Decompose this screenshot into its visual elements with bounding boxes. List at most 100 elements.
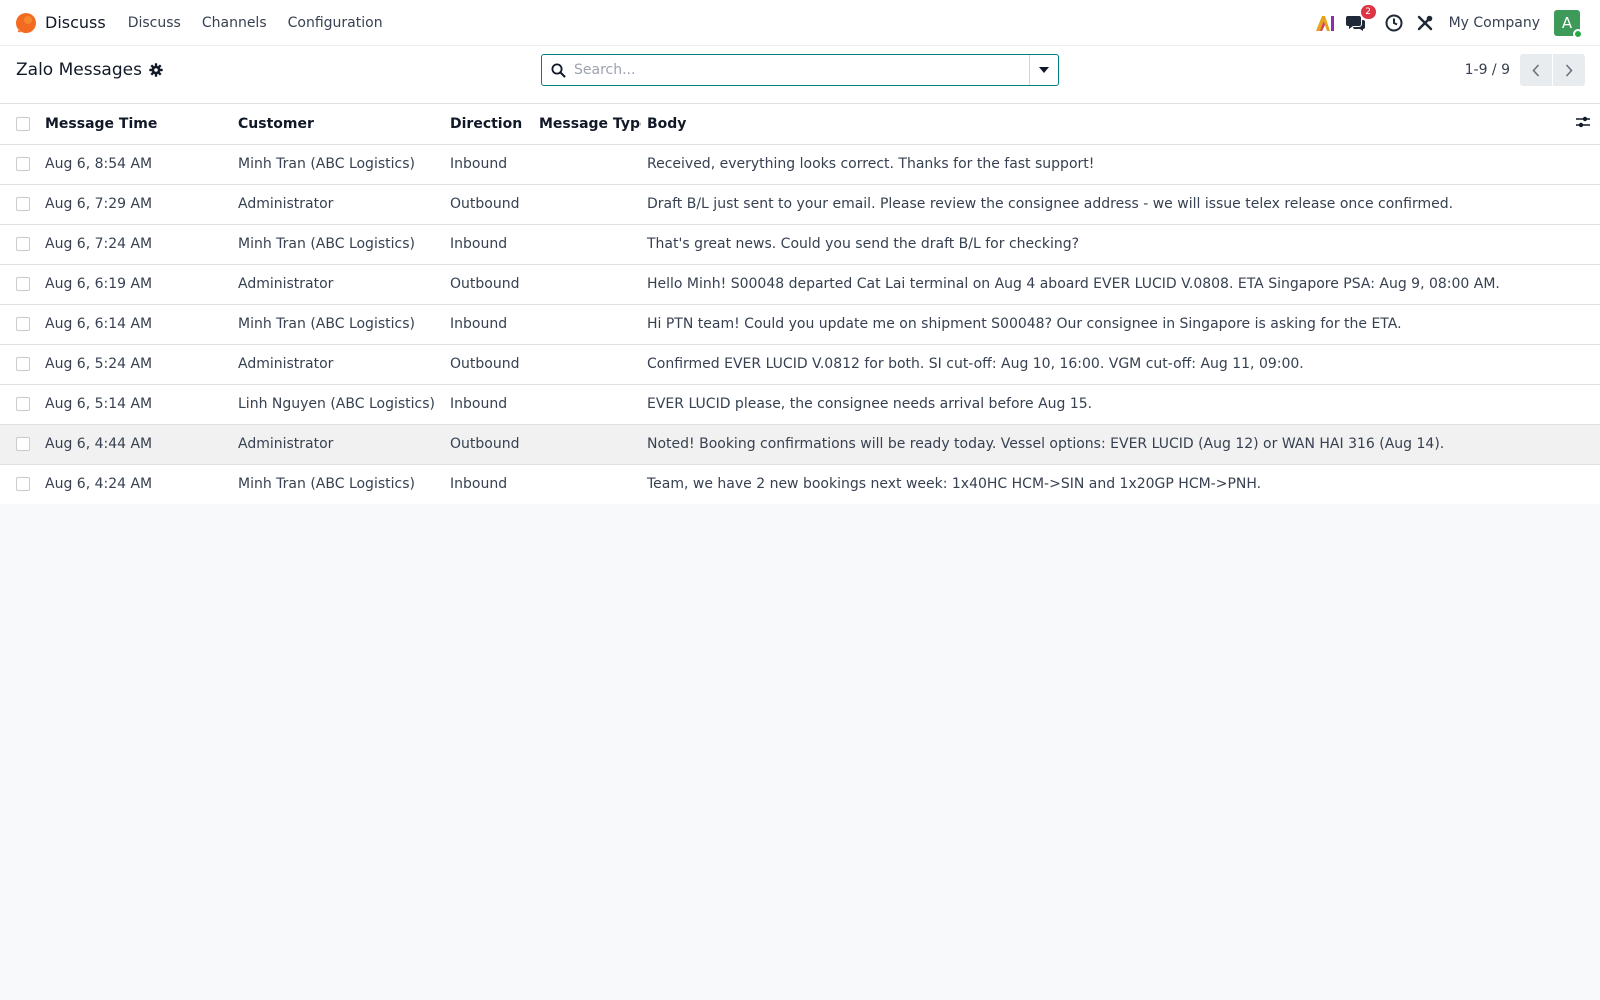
message-type-cell[interactable] bbox=[533, 464, 641, 505]
chevron-right-icon bbox=[1565, 63, 1573, 77]
row-checkbox[interactable] bbox=[16, 157, 30, 171]
customer-cell[interactable]: Minh Tran (ABC Logistics) bbox=[232, 304, 444, 345]
direction-cell[interactable]: Inbound bbox=[444, 224, 533, 265]
message-time-cell[interactable]: Aug 6, 7:24 AM bbox=[39, 224, 232, 265]
customer-cell[interactable]: Administrator bbox=[232, 264, 444, 305]
row-checkbox[interactable] bbox=[16, 397, 30, 411]
tools-icon[interactable] bbox=[1414, 12, 1436, 34]
message-time-cell[interactable]: Aug 6, 6:19 AM bbox=[39, 264, 232, 305]
chevron-left-icon bbox=[1532, 63, 1540, 77]
column-header-body[interactable]: Body bbox=[641, 104, 1540, 145]
message-time-cell[interactable]: Aug 6, 5:14 AM bbox=[39, 384, 232, 425]
row-checkbox[interactable] bbox=[16, 197, 30, 211]
pager-next-button[interactable] bbox=[1553, 54, 1585, 86]
company-switcher[interactable]: My Company bbox=[1449, 15, 1540, 31]
row-checkbox[interactable] bbox=[16, 477, 30, 491]
message-type-cell[interactable] bbox=[533, 144, 641, 185]
message-time-cell[interactable]: Aug 6, 6:14 AM bbox=[39, 304, 232, 345]
body-cell[interactable]: Received, everything looks correct. Than… bbox=[641, 144, 1600, 185]
table-row[interactable]: Aug 6, 6:19 AM Administrator Outbound He… bbox=[0, 264, 1600, 305]
table-header-row: Message Time Customer Direction Message … bbox=[0, 104, 1600, 145]
customer-cell[interactable]: Linh Nguyen (ABC Logistics) bbox=[232, 384, 444, 425]
menu-item-configuration[interactable]: Configuration bbox=[288, 15, 383, 31]
message-time-cell[interactable]: Aug 6, 5:24 AM bbox=[39, 344, 232, 385]
pager-previous-button[interactable] bbox=[1520, 54, 1552, 86]
column-settings-icon[interactable] bbox=[1576, 115, 1590, 129]
row-checkbox[interactable] bbox=[16, 357, 30, 371]
message-time-cell[interactable]: Aug 6, 4:24 AM bbox=[39, 464, 232, 505]
body-cell[interactable]: Hi PTN team! Could you update me on ship… bbox=[641, 304, 1600, 345]
table-row[interactable]: Aug 6, 4:24 AM Minh Tran (ABC Logistics)… bbox=[0, 464, 1600, 505]
discuss-app-logo-icon[interactable] bbox=[15, 12, 37, 34]
table-row[interactable]: Aug 6, 4:44 AM Administrator Outbound No… bbox=[0, 424, 1600, 465]
table-row[interactable]: Aug 6, 7:29 AM Administrator Outbound Dr… bbox=[0, 184, 1600, 225]
message-type-cell[interactable] bbox=[533, 384, 641, 425]
top-navbar: Discuss Discuss Channels Configuration 2 bbox=[0, 0, 1600, 46]
menu-item-discuss[interactable]: Discuss bbox=[128, 15, 181, 31]
message-type-cell[interactable] bbox=[533, 224, 641, 265]
row-checkbox[interactable] bbox=[16, 437, 30, 451]
message-time-cell[interactable]: Aug 6, 8:54 AM bbox=[39, 144, 232, 185]
row-checkbox[interactable] bbox=[16, 237, 30, 251]
direction-cell[interactable]: Outbound bbox=[444, 344, 533, 385]
body-cell[interactable]: That's great news. Could you send the dr… bbox=[641, 224, 1600, 265]
breadcrumb: Zalo Messages bbox=[16, 60, 163, 80]
body-cell[interactable]: Hello Minh! S00048 departed Cat Lai term… bbox=[641, 264, 1600, 305]
control-panel: Zalo Messages Search... 1-9 / 9 bbox=[0, 46, 1600, 104]
column-header-message-time[interactable]: Message Time bbox=[39, 104, 232, 145]
row-select-cell bbox=[0, 264, 39, 305]
body-cell[interactable]: Team, we have 2 new bookings next week: … bbox=[641, 464, 1600, 505]
clock-icon[interactable] bbox=[1383, 12, 1405, 34]
direction-cell[interactable]: Outbound bbox=[444, 264, 533, 305]
user-avatar[interactable]: A bbox=[1554, 10, 1583, 39]
direction-cell[interactable]: Outbound bbox=[444, 424, 533, 465]
table-row[interactable]: Aug 6, 6:14 AM Minh Tran (ABC Logistics)… bbox=[0, 304, 1600, 345]
table-row[interactable]: Aug 6, 5:14 AM Linh Nguyen (ABC Logistic… bbox=[0, 384, 1600, 425]
messages-icon[interactable]: 2 bbox=[1345, 5, 1376, 34]
row-checkbox[interactable] bbox=[16, 277, 30, 291]
message-type-cell[interactable] bbox=[533, 184, 641, 225]
direction-cell[interactable]: Inbound bbox=[444, 384, 533, 425]
row-checkbox[interactable] bbox=[16, 317, 30, 331]
customer-cell[interactable]: Minh Tran (ABC Logistics) bbox=[232, 464, 444, 505]
search-options-toggle[interactable] bbox=[1029, 55, 1058, 85]
message-list: Message Time Customer Direction Message … bbox=[0, 104, 1600, 505]
body-cell[interactable]: Confirmed EVER LUCID V.0812 for both. SI… bbox=[641, 344, 1600, 385]
direction-cell[interactable]: Inbound bbox=[444, 144, 533, 185]
body-cell[interactable]: Draft B/L just sent to your email. Pleas… bbox=[641, 184, 1600, 225]
select-all-checkbox[interactable] bbox=[16, 116, 30, 131]
column-header-customer[interactable]: Customer bbox=[232, 104, 444, 145]
column-header-message-type[interactable]: Message Type bbox=[533, 104, 641, 145]
message-type-cell[interactable] bbox=[533, 424, 641, 465]
customer-cell[interactable]: Administrator bbox=[232, 424, 444, 465]
message-type-cell[interactable] bbox=[533, 304, 641, 345]
table-row[interactable]: Aug 6, 5:24 AM Administrator Outbound Co… bbox=[0, 344, 1600, 385]
direction-cell[interactable]: Outbound bbox=[444, 184, 533, 225]
direction-cell[interactable]: Inbound bbox=[444, 464, 533, 505]
app-name[interactable]: Discuss bbox=[45, 13, 106, 32]
customer-cell[interactable]: Minh Tran (ABC Logistics) bbox=[232, 224, 444, 265]
table-row[interactable]: Aug 6, 7:24 AM Minh Tran (ABC Logistics)… bbox=[0, 224, 1600, 265]
row-select-cell bbox=[0, 144, 39, 185]
message-type-cell[interactable] bbox=[533, 264, 641, 305]
column-header-direction[interactable]: Direction bbox=[444, 104, 533, 145]
direction-cell[interactable]: Inbound bbox=[444, 304, 533, 345]
avatar-letter: A bbox=[1561, 14, 1573, 32]
row-select-cell bbox=[0, 344, 39, 385]
table-row[interactable]: Aug 6, 8:54 AM Minh Tran (ABC Logistics)… bbox=[0, 144, 1600, 185]
message-type-cell[interactable] bbox=[533, 344, 641, 385]
gear-icon[interactable] bbox=[149, 63, 163, 77]
message-time-cell[interactable]: Aug 6, 7:29 AM bbox=[39, 184, 232, 225]
body-cell[interactable]: Noted! Booking confirmations will be rea… bbox=[641, 424, 1600, 465]
message-time-cell[interactable]: Aug 6, 4:44 AM bbox=[39, 424, 232, 465]
ai-icon[interactable] bbox=[1314, 12, 1336, 34]
customer-cell[interactable]: Administrator bbox=[232, 344, 444, 385]
pager-value[interactable]: 1-9 / 9 bbox=[1465, 62, 1510, 78]
menu-item-channels[interactable]: Channels bbox=[202, 15, 267, 31]
body-cell[interactable]: EVER LUCID please, the consignee needs a… bbox=[641, 384, 1600, 425]
search-icon bbox=[542, 55, 574, 85]
row-select-cell bbox=[0, 184, 39, 225]
search-input[interactable] bbox=[574, 55, 1029, 85]
customer-cell[interactable]: Administrator bbox=[232, 184, 444, 225]
customer-cell[interactable]: Minh Tran (ABC Logistics) bbox=[232, 144, 444, 185]
